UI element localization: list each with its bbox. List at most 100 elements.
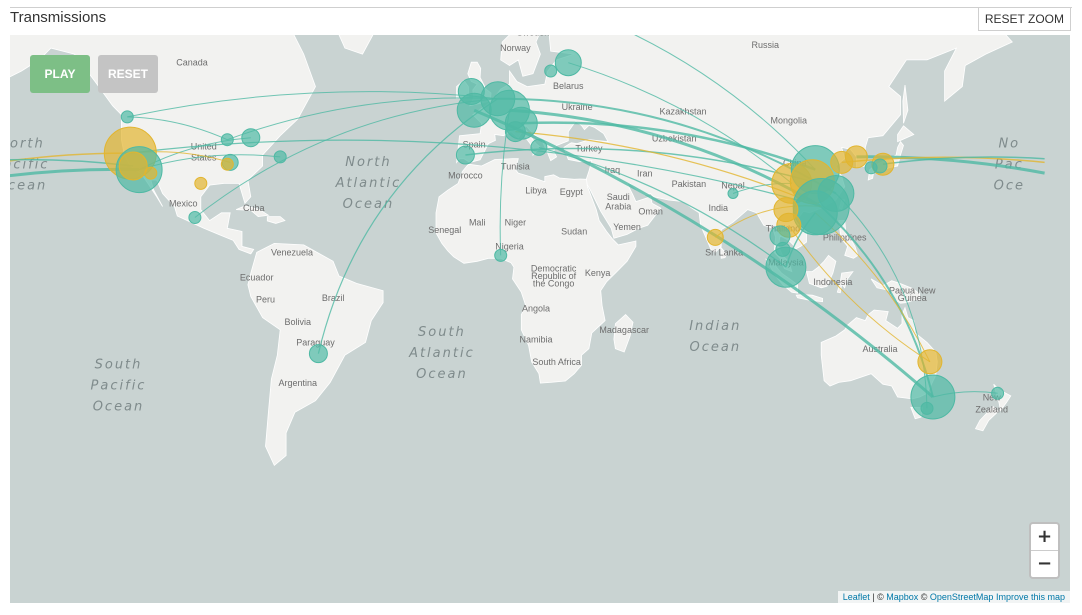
transmission-hub[interactable] bbox=[544, 64, 558, 78]
country-label: Senegal bbox=[428, 225, 461, 235]
map-attribution: Leaflet | © Mapbox © OpenStreetMap Impro… bbox=[837, 591, 1070, 603]
country-label: Saudi bbox=[607, 192, 630, 202]
country-label: Mexico bbox=[169, 199, 198, 209]
country-label: Morocco bbox=[448, 170, 483, 180]
country-label: South Africa bbox=[532, 357, 581, 367]
ocean-label: South bbox=[418, 325, 466, 340]
transmission-hub[interactable] bbox=[273, 150, 287, 164]
country-label: Libya bbox=[525, 186, 547, 196]
country-label: Sweden bbox=[517, 35, 550, 38]
transmission-hub[interactable] bbox=[917, 349, 943, 375]
ocean-label: Ocean bbox=[10, 178, 47, 193]
transmission-hub[interactable] bbox=[504, 121, 526, 143]
land-hispaniola bbox=[266, 216, 286, 224]
reset-zoom-button[interactable]: RESET ZOOM bbox=[977, 7, 1071, 31]
country-label: Norway bbox=[500, 43, 531, 53]
transmission-hub[interactable] bbox=[910, 374, 956, 420]
transmission-hub[interactable] bbox=[118, 151, 148, 181]
map-canvas[interactable]: Arctic ONorthPacificOceanNorthAtlanticOc… bbox=[10, 35, 1070, 603]
transmission-hub[interactable] bbox=[241, 128, 261, 148]
country-label: Indonesia bbox=[813, 277, 852, 287]
country-label: Mongolia bbox=[771, 115, 808, 125]
transmission-hub[interactable] bbox=[991, 386, 1005, 400]
country-label: Kazakhstan bbox=[659, 107, 706, 117]
transmission-hub[interactable] bbox=[864, 161, 878, 175]
map-container[interactable]: Arctic ONorthPacificOceanNorthAtlanticOc… bbox=[10, 35, 1070, 603]
ocean-label: Atlantic bbox=[408, 346, 475, 361]
reset-button[interactable]: RESET bbox=[98, 55, 158, 93]
country-label: the Congo bbox=[533, 278, 575, 288]
transmission-hub[interactable] bbox=[706, 228, 724, 246]
ocean-label: South bbox=[95, 358, 143, 373]
country-label: Mali bbox=[469, 217, 486, 227]
ocean-label: Atlantic bbox=[335, 176, 402, 191]
leaflet-link[interactable]: Leaflet bbox=[843, 592, 870, 602]
country-label: Oman bbox=[638, 206, 663, 216]
ocean-label: Pacific bbox=[91, 379, 147, 394]
country-label: Russia bbox=[752, 40, 780, 50]
country-label: Yemen bbox=[613, 222, 641, 232]
country-label: Pakistan bbox=[672, 179, 707, 189]
country-label: Niger bbox=[505, 217, 527, 227]
country-label: Namibia bbox=[519, 334, 552, 344]
ocean-label: North bbox=[345, 155, 391, 170]
country-label: Sudan bbox=[561, 226, 587, 236]
improve-map-link[interactable]: Improve this map bbox=[996, 592, 1065, 602]
transmission-hub[interactable] bbox=[188, 211, 202, 224]
country-label: Brazil bbox=[322, 293, 345, 303]
transmission-hub[interactable] bbox=[308, 344, 328, 364]
zoom-control: + − bbox=[1029, 522, 1060, 579]
mapbox-link[interactable]: Mapbox bbox=[886, 592, 918, 602]
ocean-label: North bbox=[10, 136, 45, 151]
country-label: Ecuador bbox=[240, 272, 274, 282]
ocean-label: Oce bbox=[994, 178, 1025, 193]
transmission-hub[interactable] bbox=[554, 49, 582, 77]
transmission-hub[interactable] bbox=[765, 246, 807, 288]
transmission-hub[interactable] bbox=[727, 188, 739, 199]
country-label: Argentina bbox=[279, 378, 318, 388]
country-label: Angola bbox=[522, 304, 550, 314]
transmission-hub[interactable] bbox=[220, 157, 234, 171]
country-label: Canada bbox=[176, 58, 208, 68]
ocean-label: Ocean bbox=[416, 367, 468, 382]
attribution-separator: © bbox=[918, 592, 930, 602]
header-divider bbox=[10, 7, 1072, 8]
ocean-label: Ocean bbox=[93, 400, 145, 415]
country-label: Belarus bbox=[553, 81, 584, 91]
land-sakhalin bbox=[902, 85, 909, 124]
ocean-label: Ocean bbox=[690, 340, 742, 355]
country-label: Peru bbox=[256, 295, 275, 305]
play-button[interactable]: PLAY bbox=[30, 55, 90, 93]
transmission-hub[interactable] bbox=[530, 138, 548, 156]
panel-title: Transmissions bbox=[10, 9, 107, 26]
zoom-in-button[interactable]: + bbox=[1031, 524, 1058, 551]
openstreetmap-link[interactable]: OpenStreetMap bbox=[930, 592, 994, 602]
transmission-hub[interactable] bbox=[144, 166, 158, 180]
transmission-hub[interactable] bbox=[844, 145, 868, 169]
ocean-label: Indian bbox=[689, 319, 741, 334]
transmission-hub[interactable] bbox=[455, 145, 475, 165]
land-hokkaido bbox=[897, 125, 915, 143]
country-label: Guinea bbox=[898, 293, 927, 303]
country-label: Cuba bbox=[243, 203, 265, 213]
ocean-label: No bbox=[998, 136, 1020, 151]
panel-header: Transmissions RESET ZOOM bbox=[0, 0, 1082, 36]
transmission-hub[interactable] bbox=[120, 110, 134, 124]
transmission-hub[interactable] bbox=[194, 176, 208, 190]
transmission-hub[interactable] bbox=[920, 401, 934, 415]
country-label: India bbox=[709, 203, 729, 213]
country-label: Egypt bbox=[560, 187, 584, 197]
country-label: Arabia bbox=[605, 202, 631, 212]
transmission-hub[interactable] bbox=[220, 133, 234, 147]
country-label: Bolivia bbox=[285, 317, 312, 327]
zoom-out-button[interactable]: − bbox=[1031, 551, 1058, 577]
country-label: Iran bbox=[637, 169, 653, 179]
country-label: Venezuela bbox=[271, 247, 313, 257]
attribution-separator: | © bbox=[869, 592, 887, 602]
country-label: Tunisia bbox=[501, 162, 530, 172]
ocean-label: Ocean bbox=[343, 197, 395, 212]
transmission-hub[interactable] bbox=[494, 248, 508, 262]
country-label: Zealand bbox=[975, 404, 1008, 414]
country-label: Kenya bbox=[585, 268, 611, 278]
country-label: Madagascar bbox=[599, 325, 649, 335]
